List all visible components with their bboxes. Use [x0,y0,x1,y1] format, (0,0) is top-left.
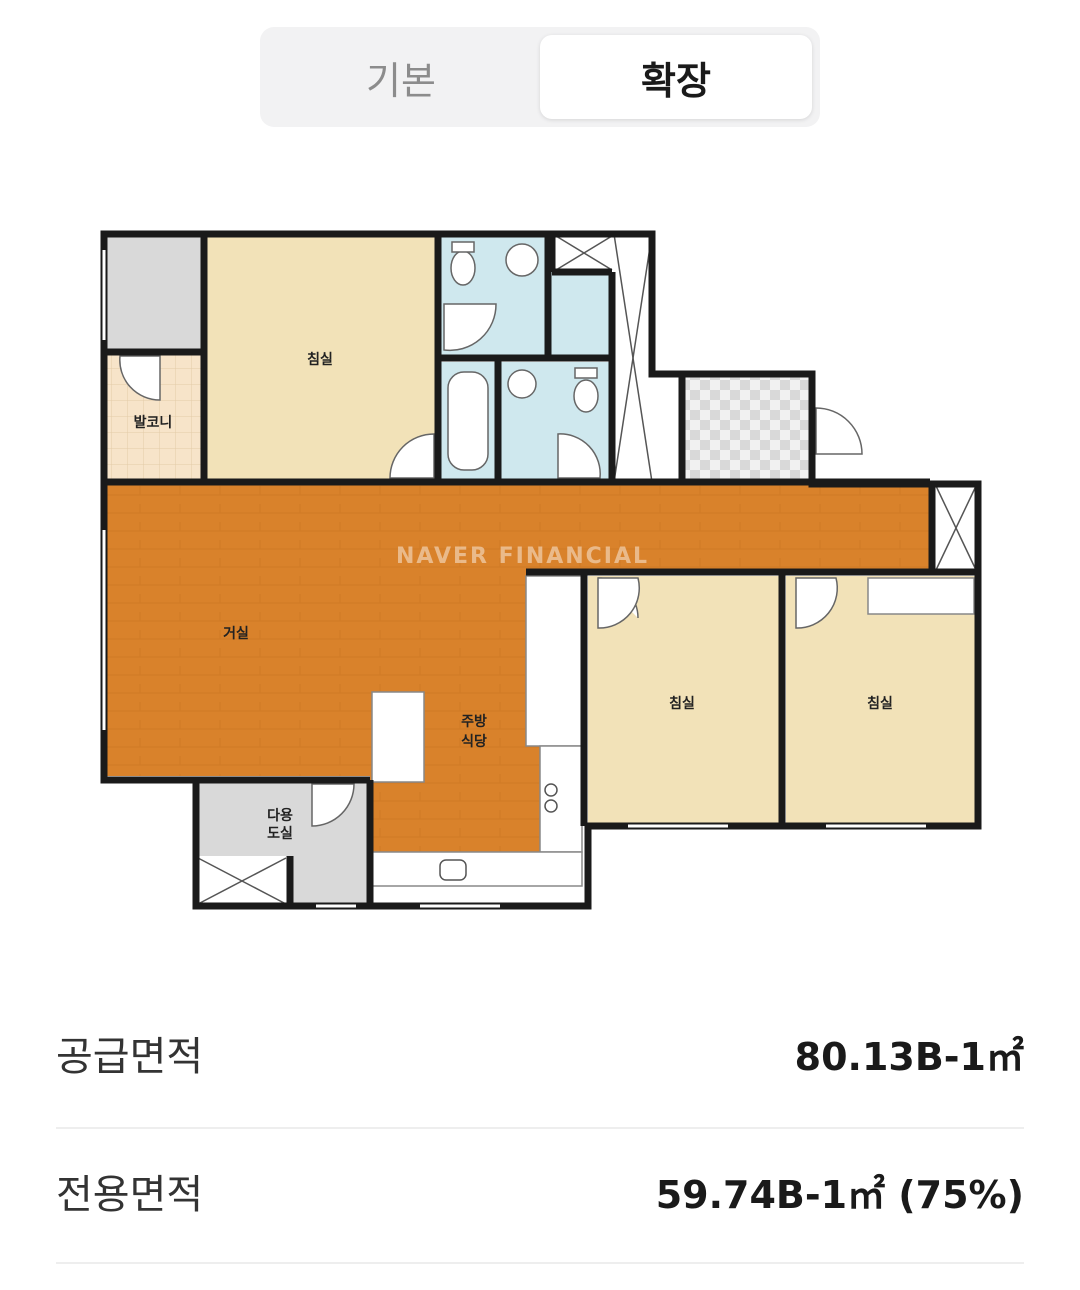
label-kitchen-1: 주방 [461,713,487,730]
plan-type-toggle: 기본 확장 [260,27,820,127]
exclusive-area-row: 전용면적 59.74B-1㎡ (75%) [56,1160,1024,1290]
toggle-extended[interactable]: 확장 [540,35,812,119]
row-divider [56,1127,1024,1129]
label-bedroom-right: 침실 [867,696,893,712]
toggle-basic[interactable]: 기본 [266,35,536,119]
label-living: 거실 [223,626,249,642]
watermark-text: NAVER FINANCIAL [396,544,650,569]
kitchen-counter [525,575,583,747]
label-balcony: 발코니 [134,414,173,431]
floor-plan-image: 침실 발코니 거실 주방 식당 침실 침실 다용 도실 [100,230,982,910]
supply-area-row: 공급면적 80.13B-1㎡ [56,1022,1024,1152]
row-divider-bottom [56,1262,1024,1264]
exclusive-area-value: 59.74B-1㎡ (75%) [655,1173,1024,1217]
kitchen-island [371,691,425,783]
label-bedroom-top: 침실 [307,352,333,368]
storage-area [104,234,202,352]
label-utility-1: 다용 [267,808,293,824]
label-bedroom-mid: 침실 [669,696,695,712]
supply-area-label: 공급면적 [56,1034,204,1080]
label-utility-2: 도실 [267,826,293,842]
entrance-area [682,374,812,482]
exclusive-area-label: 전용면적 [56,1172,204,1218]
supply-area-value: 80.13B-1㎡ [794,1035,1024,1079]
label-kitchen-2: 식당 [461,733,487,750]
